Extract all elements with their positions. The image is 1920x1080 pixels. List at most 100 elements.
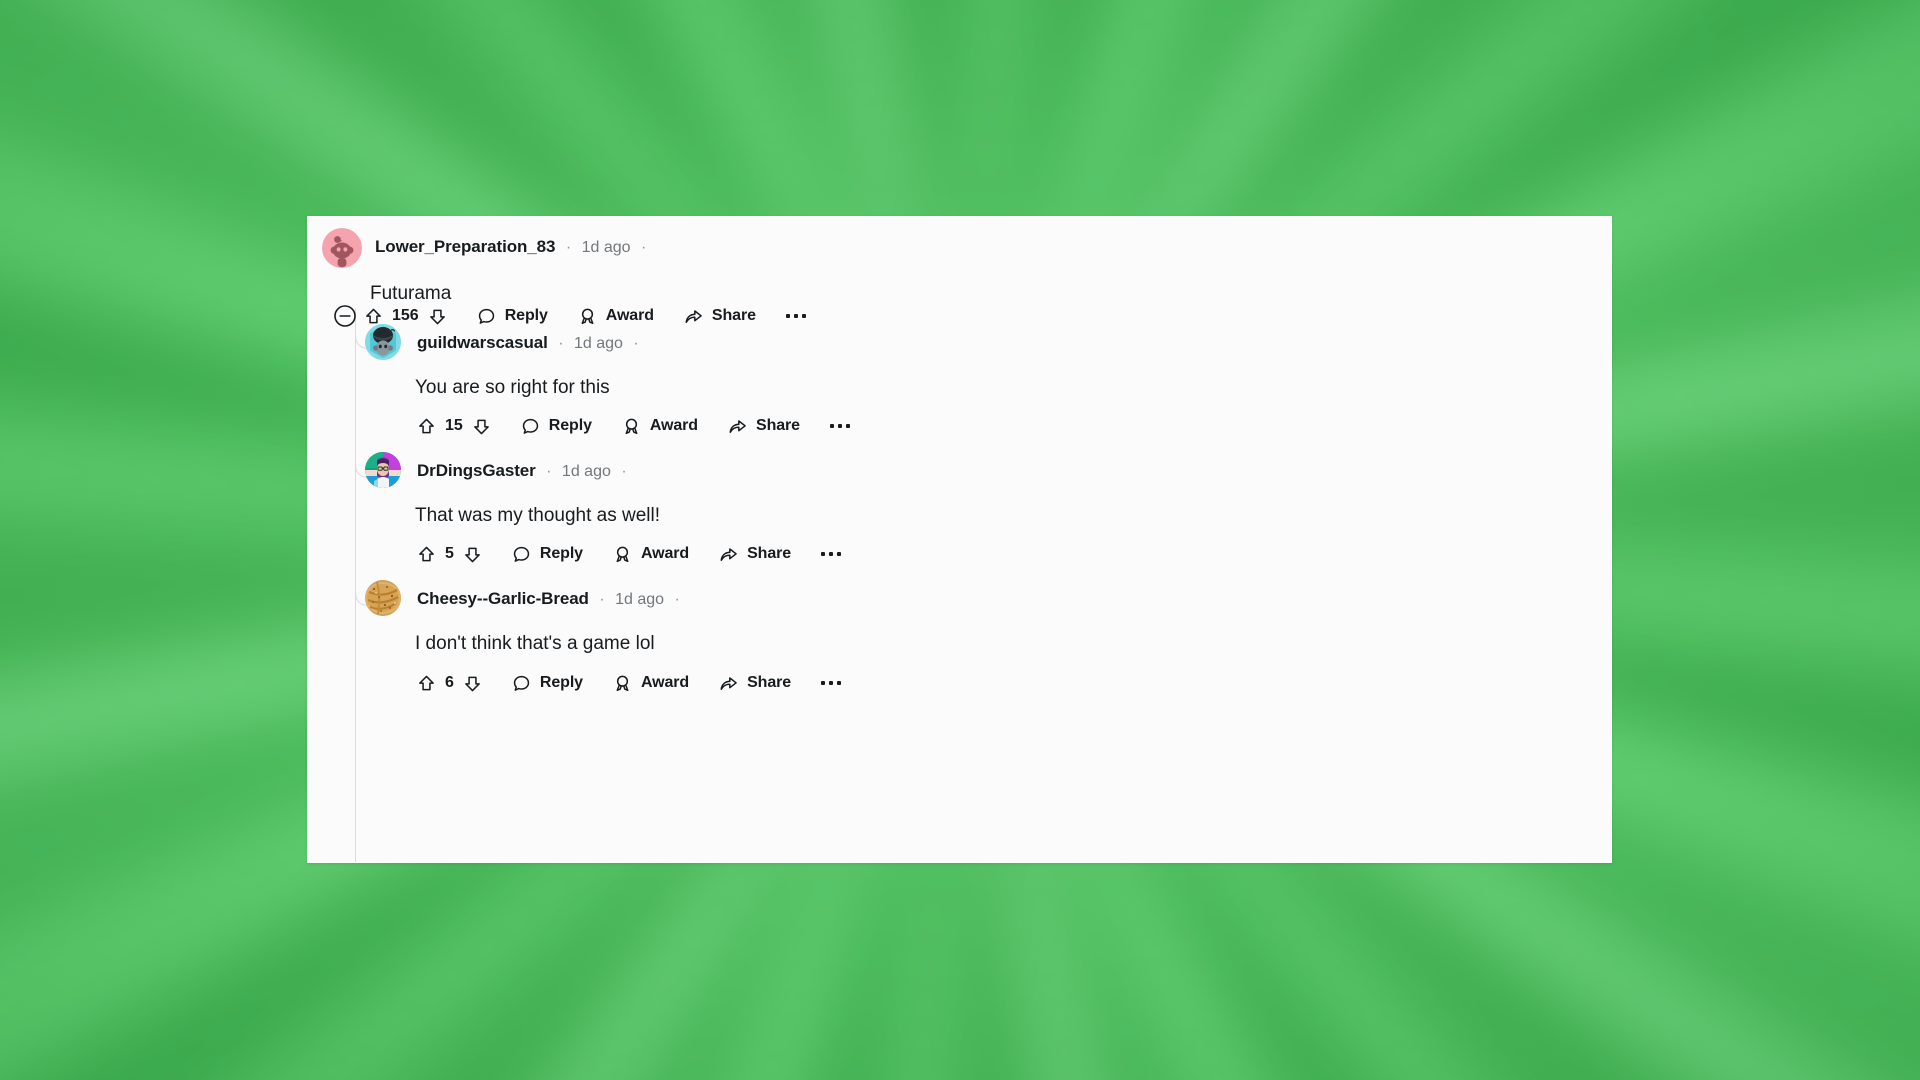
share-arrow-icon [685,309,702,323]
downvote-button[interactable] [463,674,482,693]
award-button[interactable]: Award [613,545,689,564]
avatar[interactable] [322,228,362,268]
award-button[interactable]: Award [622,417,698,436]
comment-author-link[interactable]: Cheesy--Garlic-Bread [417,589,589,608]
share-label: Share [711,307,756,324]
award-medal-icon [581,308,594,324]
character-purple-teal-avatar-icon [365,452,401,488]
more-options-button[interactable] [785,314,806,318]
comment-bubble-icon [522,418,538,434]
dot-3 [837,552,842,556]
vote-score: 5 [445,545,454,562]
dot-3 [837,681,842,685]
award-medal-icon [616,546,629,562]
downvote-button[interactable] [472,417,491,436]
downvote-button[interactable] [428,307,447,326]
more-options-button[interactable] [829,424,850,428]
comment-meta-reply-1: guildwarscasual · 1d ago · [417,334,645,352]
meta-separator-2: · [674,591,680,608]
comment-actions-reply-3: 6 Reply Award Share [417,665,842,701]
minus-circle-icon [334,305,356,327]
dot-1 [829,424,834,428]
comment-bubble-icon [513,546,530,562]
garlic-bread-photo-avatar-icon [365,580,401,616]
snoo-dark-helmet-avatar-icon [365,324,401,360]
reply-button[interactable]: Reply [512,545,583,564]
comment-author-link[interactable]: Lower_Preparation_83 [375,237,555,256]
vote-score: 15 [445,417,463,434]
award-button[interactable]: Award [578,307,654,326]
share-label: Share [756,417,800,434]
comment-timestamp: 1d ago [574,335,623,352]
upvote-arrow-icon [419,546,434,561]
downvote-arrow-icon [464,676,480,691]
meta-separator-2: · [633,335,639,352]
meta-separator: · [546,463,552,480]
share-label: Share [747,545,792,562]
comment-timestamp: 1d ago [615,591,665,608]
avatar[interactable] [365,324,401,360]
upvote-arrow-icon [419,675,434,690]
reply-label: Reply [504,307,548,324]
collapse-comment-button[interactable] [334,305,356,327]
comment-author-link[interactable]: DrDingsGaster [417,461,536,480]
award-medal-icon [616,675,629,691]
share-button[interactable]: Share [719,545,791,564]
share-button[interactable]: Share [684,307,756,326]
more-options-button[interactable] [821,552,842,556]
reply-label: Reply [539,545,583,562]
avatar[interactable] [365,580,401,616]
award-medal-icon [625,418,638,434]
comment-bubble-icon [478,308,494,324]
meta-separator-2: · [621,463,627,480]
share-button[interactable]: Share [728,417,800,436]
dot-1 [821,552,826,556]
share-arrow-icon [720,676,737,690]
downvote-arrow-icon [473,419,489,434]
vote-score: 156 [392,307,419,324]
reply-button[interactable]: Reply [512,674,583,693]
comment-actions-reply-2: 5 Reply Award Share [417,536,842,572]
meta-separator: · [558,335,564,352]
share-arrow-icon [720,547,737,561]
share-arrow-icon [729,419,746,433]
comment-body-text: That was my thought as well! [415,505,660,526]
avatar[interactable] [365,452,401,488]
dot-2 [837,424,842,428]
award-label: Award [605,307,654,324]
comment-body-text: You are so right for this [415,377,610,398]
dot-3 [801,314,806,318]
meta-separator: · [599,591,605,608]
upvote-button[interactable] [417,545,436,564]
reply-button[interactable]: Reply [521,417,592,436]
award-label: Award [640,545,690,562]
comment-meta-reply-3: Cheesy--Garlic-Bread · 1d ago · [417,590,686,608]
share-label: Share [747,674,792,691]
award-button[interactable]: Award [613,674,689,693]
dot-2 [829,552,834,556]
dot-1 [785,314,790,318]
comment-actions-reply-1: 15 Reply Award Share [417,408,850,444]
dot-3 [845,424,850,428]
upvote-button[interactable] [417,417,436,436]
award-label: Award [649,417,698,434]
comment-meta-root: Lower_Preparation_83 · 1d ago · [375,238,652,256]
dot-2 [793,314,798,318]
comment-timestamp: 1d ago [581,239,631,256]
dot-1 [821,681,826,685]
share-button[interactable]: Share [719,674,791,693]
more-options-button[interactable] [821,681,842,685]
vote-score: 6 [445,674,454,691]
upvote-button[interactable] [417,674,436,693]
upvote-arrow-icon [419,418,434,433]
meta-separator: · [565,239,572,256]
downvote-button[interactable] [463,545,482,564]
comment-meta-reply-2: DrDingsGaster · 1d ago · [417,462,633,480]
award-label: Award [640,674,690,691]
reply-button[interactable]: Reply [477,307,548,326]
downvote-arrow-icon [429,309,445,324]
snoo-pink-avatar-icon [322,228,362,268]
reply-label: Reply [539,674,583,691]
reply-label: Reply [548,417,592,434]
comment-author-link[interactable]: guildwarscasual [417,333,548,352]
